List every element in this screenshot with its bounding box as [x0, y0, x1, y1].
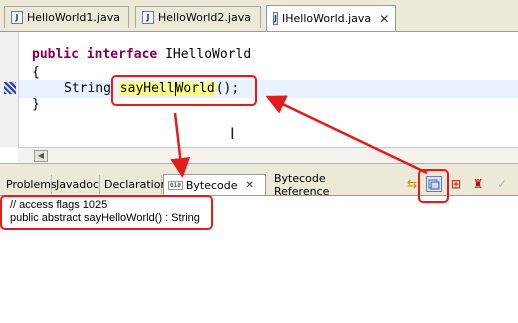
tab-label: Bytecode	[185, 178, 238, 192]
tab-bytecode-reference[interactable]: Bytecode Reference	[270, 172, 378, 198]
tab-label: Problems	[6, 178, 57, 191]
show-raw-bytecode-icon[interactable]: ⊞	[448, 176, 464, 192]
i-beam-cursor-icon: I	[230, 124, 235, 143]
tab-label: IHelloWorld.java	[281, 12, 372, 25]
toggle-ascii-icon[interactable]: ♜	[470, 176, 486, 192]
tab-label: HelloWorld2.java	[158, 11, 251, 24]
annotation-box-method	[111, 75, 257, 106]
java-interface-icon: J	[273, 12, 278, 25]
code-line-1: public interface IHelloWorld	[32, 47, 252, 62]
java-file-icon: J	[142, 11, 154, 24]
editor-tab-bar: J HelloWorld1.java J HelloWorld2.java J …	[0, 0, 518, 32]
tab-ihelloworld[interactable]: J IHelloWorld.java ✕	[266, 5, 396, 31]
java-file-icon: J	[11, 11, 23, 24]
tab-bytecode[interactable]: 010 Bytecode ✕	[163, 174, 266, 195]
tab-javadoc[interactable]: Javadoc	[52, 175, 100, 194]
horizontal-scrollbar[interactable]: ◀	[18, 147, 518, 164]
code-line-2: {	[32, 65, 40, 80]
tab-label: HelloWorld1.java	[27, 11, 120, 24]
tab-helloworld1[interactable]: J HelloWorld1.java	[4, 6, 129, 28]
tab-label: Declaration	[104, 178, 168, 191]
tab-label: Bytecode Reference	[274, 171, 330, 198]
scroll-left-icon[interactable]: ◀	[34, 150, 48, 162]
close-icon[interactable]: ✕	[246, 180, 254, 191]
tab-label: Javadoc	[56, 178, 99, 191]
tab-problems[interactable]: Problems	[2, 175, 57, 194]
tab-helloworld2[interactable]: J HelloWorld2.java	[135, 6, 261, 28]
tab-declaration[interactable]: Declaration	[100, 175, 167, 194]
close-icon[interactable]: ✕	[379, 12, 389, 26]
bytecode-icon: 010	[168, 180, 183, 190]
annotation-box-toolbar	[418, 169, 449, 203]
annotation-box-bytecode	[0, 195, 213, 230]
verify-icon[interactable]: ✓	[494, 176, 510, 192]
occurrence-marker-icon[interactable]	[4, 82, 16, 94]
code-line-4: }	[32, 97, 40, 112]
